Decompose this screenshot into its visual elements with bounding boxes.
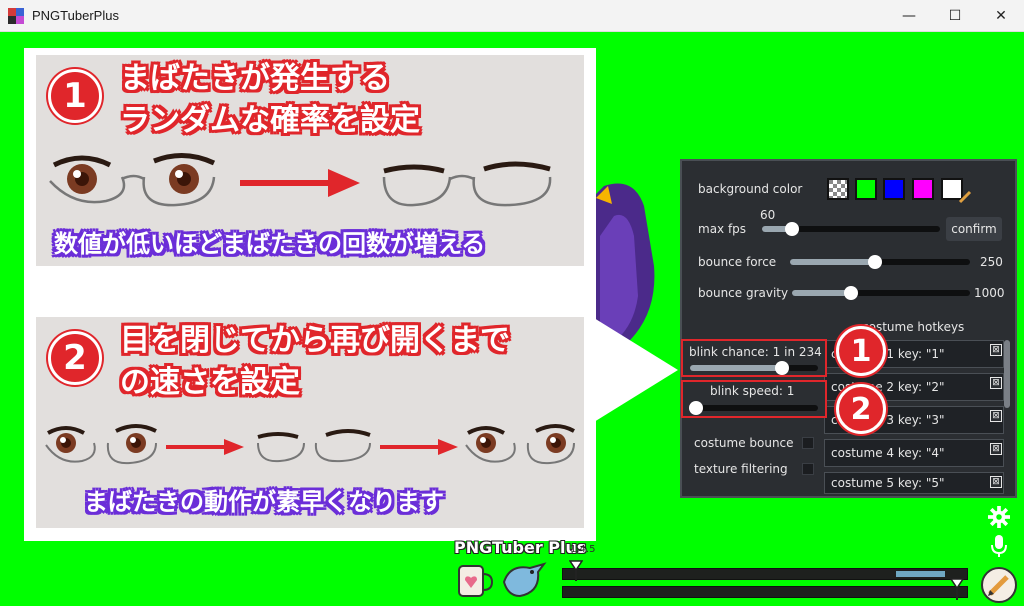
volume-level	[896, 571, 945, 577]
step-2-title-line2: の速さを設定	[120, 365, 300, 400]
step-2-badge: 2	[48, 331, 102, 385]
minimize-button[interactable]: —	[886, 0, 932, 32]
tutorial-step-2: 2 目を閉じてから再び開くまで の速さを設定 まばたきの動作が素早くなります	[36, 317, 584, 528]
tutorial-step-1: 1 まばたきが発生する ランダムな確率を設定 数値が低いほどまばたきの回数が増え…	[36, 55, 584, 266]
bounce-force-label: bounce force	[698, 255, 777, 269]
costume-hotkey-5[interactable]: costume 5 key: "5"	[824, 472, 1004, 494]
maximize-button[interactable]: ☐	[932, 0, 978, 32]
remove-hotkey-4-icon[interactable]: ⊠	[990, 443, 1002, 455]
callout-pointer	[594, 318, 678, 422]
costume-bounce-checkbox[interactable]	[802, 437, 814, 449]
remove-hotkey-1-icon[interactable]: ⊠	[990, 344, 1002, 356]
slider-knob[interactable]	[867, 255, 882, 269]
microphone-icon[interactable]	[990, 534, 1008, 558]
swatch-green[interactable]	[855, 178, 877, 200]
blink-chance-badge: 1	[836, 326, 886, 376]
texture-filtering-checkbox[interactable]	[802, 463, 814, 475]
remove-hotkey-2-icon[interactable]: ⊠	[990, 377, 1002, 389]
swatch-magenta[interactable]	[912, 178, 934, 200]
eyes-open-to-closed-illustration	[49, 153, 552, 207]
bounce-gravity-value: 1000	[974, 286, 1005, 300]
costume-hotkey-4[interactable]: costume 4 key: "4"	[824, 439, 1004, 467]
step-1-title-line2: ランダムな確率を設定	[120, 103, 420, 138]
bounce-gravity-label: bounce gravity	[698, 286, 789, 300]
max-fps-value: 60	[760, 208, 776, 222]
step-2-title-line1: 目を閉じてから再び開くまで	[120, 323, 510, 358]
max-fps-label: max fps	[698, 222, 747, 236]
texture-filtering-label: texture filtering	[694, 462, 788, 476]
hotkeys-scrollbar[interactable]	[1004, 340, 1010, 408]
app-logo-text: PNGTuber Plus	[454, 538, 587, 557]
bounce-gravity-slider[interactable]	[792, 286, 970, 300]
edit-pencil-icon[interactable]	[980, 566, 1018, 604]
step-2-caption: まばたきの動作が素早くなります	[84, 488, 444, 516]
swatch-blue[interactable]	[883, 178, 905, 200]
volume-threshold-handle[interactable]	[569, 560, 583, 582]
remove-hotkey-5-icon[interactable]: ⊠	[990, 476, 1002, 488]
max-fps-slider[interactable]	[762, 222, 940, 236]
blink-chance-slider[interactable]	[690, 361, 818, 375]
app-icon	[8, 7, 24, 24]
costume-bounce-label: costume bounce	[694, 436, 794, 450]
sensitivity-handle[interactable]	[950, 578, 964, 602]
remove-hotkey-3-icon[interactable]: ⊠	[990, 410, 1002, 422]
gear-icon[interactable]	[988, 506, 1010, 528]
close-button[interactable]: ✕	[978, 0, 1024, 32]
slider-knob[interactable]	[843, 286, 858, 300]
window-titlebar: PNGTuberPlus — ☐ ✕	[0, 0, 1024, 32]
blink-speed-label: blink speed: 1	[710, 384, 795, 398]
mug-icon[interactable]	[456, 560, 494, 600]
swatch-transparent[interactable]	[827, 178, 849, 200]
bounce-force-slider[interactable]	[790, 255, 970, 269]
app-version: 1.4.5	[570, 544, 596, 555]
pencil-icon[interactable]	[958, 190, 972, 204]
step-1-badge: 1	[48, 69, 102, 123]
bird-icon[interactable]	[500, 560, 550, 600]
eyes-blink-cycle-illustration	[45, 424, 575, 465]
confirm-button[interactable]: confirm	[946, 217, 1002, 241]
background-color-label: background color	[698, 182, 803, 196]
step-1-title-line1: まばたきが発生する	[120, 61, 390, 96]
sensitivity-meter	[562, 586, 968, 598]
blink-speed-badge: 2	[836, 384, 886, 434]
window-title: PNGTuberPlus	[32, 8, 119, 23]
volume-meter	[562, 568, 968, 580]
blink-chance-label: blink chance: 1 in 234	[689, 345, 822, 359]
bounce-force-value: 250	[980, 255, 1003, 269]
blink-speed-slider[interactable]	[689, 401, 818, 415]
step-1-caption: 数値が低いほどまばたきの回数が増える	[54, 230, 486, 258]
